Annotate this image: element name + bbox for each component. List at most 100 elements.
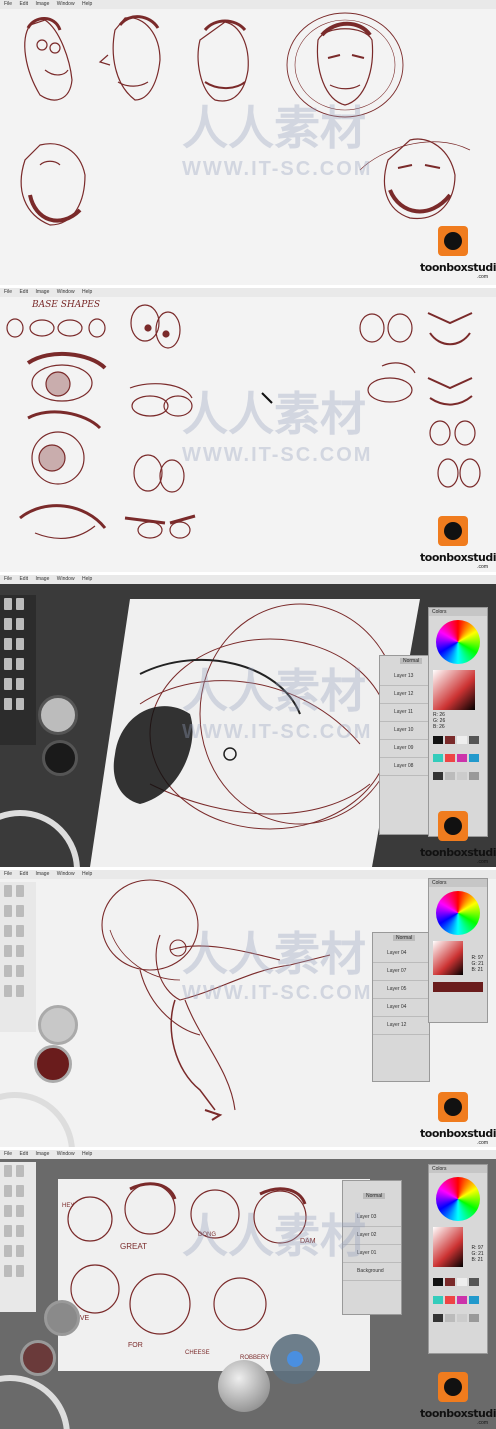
brush-tool[interactable] (4, 1265, 12, 1277)
layer-row[interactable]: Layer 08 (380, 758, 428, 776)
layer-row[interactable]: Layer 07 (373, 963, 429, 981)
watermark-cn: 人人素材 (182, 928, 366, 980)
color-puck-light[interactable] (38, 695, 78, 735)
layer-row[interactable]: Layer 05 (373, 981, 429, 999)
logo-suffix: .com (477, 274, 488, 280)
frame-2-eye-shapes: File Edit Image Window Help BASE SHAPES (0, 288, 496, 575)
brush-tool[interactable] (4, 945, 12, 957)
brush-tool[interactable] (16, 638, 24, 650)
brush-tool[interactable] (4, 1225, 12, 1237)
brush-tool[interactable] (16, 598, 24, 610)
color-wheel[interactable] (436, 1177, 480, 1221)
menu-help[interactable]: Help (82, 1151, 92, 1157)
brush-tool[interactable] (16, 885, 24, 897)
swatch-grid[interactable] (432, 732, 484, 786)
brush-tool[interactable] (4, 598, 12, 610)
menu-image[interactable]: Image (35, 1151, 49, 1157)
menu-window[interactable]: Window (57, 1151, 75, 1157)
brush-tool[interactable] (4, 1165, 12, 1177)
brush-tool[interactable] (4, 698, 12, 710)
brush-tool[interactable] (4, 1245, 12, 1257)
brush-tool[interactable] (4, 1185, 12, 1197)
brush-tool[interactable] (16, 658, 24, 670)
layer-row[interactable]: Layer 13 (380, 668, 428, 686)
blend-mode[interactable]: Normal (393, 935, 416, 941)
brush-tool[interactable] (16, 698, 24, 710)
brush-tool[interactable] (16, 945, 24, 957)
brush-tool[interactable] (16, 985, 24, 997)
menu-edit[interactable]: Edit (19, 1151, 28, 1157)
blend-mode[interactable]: Normal (363, 1193, 386, 1199)
brush-tool[interactable] (16, 1225, 24, 1237)
menu-file[interactable]: File (4, 1151, 12, 1157)
watermark-cn: 人人素材 (182, 102, 366, 154)
brush-tool[interactable] (16, 965, 24, 977)
layer-row[interactable]: Layer 12 (373, 1017, 429, 1035)
brush-tool[interactable] (16, 1245, 24, 1257)
brush-tool[interactable] (4, 965, 12, 977)
color-puck-dark[interactable] (34, 1045, 72, 1083)
menu-image[interactable]: Image (35, 576, 49, 582)
blend-mode[interactable]: Normal (400, 658, 423, 664)
brush-tool[interactable] (4, 1205, 12, 1217)
rgb-readout: R: 97 G: 21 B: 21 (471, 955, 484, 973)
logo-box (438, 1372, 468, 1402)
layer-row[interactable]: Layer 12 (380, 686, 428, 704)
center-logo-icon (218, 1360, 270, 1412)
brush-tool[interactable] (4, 925, 12, 937)
brush-tool[interactable] (4, 658, 12, 670)
layer-row[interactable]: Layer 09 (380, 740, 428, 758)
logo-text: toonboxstudio (420, 846, 496, 859)
logo-suffix: .com (477, 859, 488, 865)
logo-text: toonboxstudio (420, 551, 496, 564)
color-puck-dark[interactable] (42, 740, 78, 776)
layer-row[interactable]: Layer 10 (380, 722, 428, 740)
color-puck-light[interactable] (44, 1300, 80, 1336)
logo-face-icon (444, 817, 462, 835)
toonbox-logo: toonboxstudio .com (420, 1372, 496, 1426)
brush-tool[interactable] (4, 678, 12, 690)
menu-edit[interactable]: Edit (19, 576, 28, 582)
brush-palette (0, 882, 36, 1032)
frame-5-character-sheet: File Edit Image Window Help HEY GREAT DO… (0, 1150, 496, 1429)
brush-tool[interactable] (4, 638, 12, 650)
layer-row[interactable]: Layer 04 (373, 945, 429, 963)
brush-tool[interactable] (16, 618, 24, 630)
rgb-readout: R: 97 G: 21 B: 21 (471, 1245, 484, 1263)
logo-text: toonboxstudio (420, 261, 496, 274)
brush-tool[interactable] (4, 618, 12, 630)
logo-text: toonboxstudio (420, 1407, 496, 1420)
logo-face-icon (444, 232, 462, 250)
brush-tool[interactable] (16, 1205, 24, 1217)
brush-tool[interactable] (4, 985, 12, 997)
menu-window[interactable]: Window (57, 576, 75, 582)
brush-tool[interactable] (4, 885, 12, 897)
brush-tool[interactable] (4, 905, 12, 917)
color-wheel[interactable] (436, 620, 480, 664)
color-puck-dark[interactable] (20, 1340, 56, 1376)
menu-bar: File Edit Image Window Help (0, 1150, 496, 1159)
brush-tool[interactable] (16, 1165, 24, 1177)
layers-panel: Normal Layer 13 Layer 12 Layer 11 Layer … (379, 655, 429, 835)
brush-tool[interactable] (16, 1265, 24, 1277)
brush-tool[interactable] (16, 678, 24, 690)
watermark-url: WWW.IT-SC.COM (182, 982, 373, 1004)
watermark-cn: 人人素材 (182, 665, 366, 717)
brush-tool[interactable] (16, 905, 24, 917)
color-puck-light[interactable] (38, 1005, 78, 1045)
brush-tool[interactable] (16, 925, 24, 937)
brush-tool[interactable] (16, 1185, 24, 1197)
sketch-label: GREAT (120, 1242, 147, 1251)
swatch-grid[interactable] (432, 1274, 484, 1328)
color-wheel[interactable] (436, 891, 480, 935)
value-square[interactable] (433, 941, 463, 975)
toonbox-logo: toonboxstudio .com (420, 1092, 496, 1146)
value-square[interactable] (433, 670, 475, 710)
layer-row[interactable]: Layer 11 (380, 704, 428, 722)
frame-4-figure-sketch: File Edit Image Window Help Normal Layer… (0, 870, 496, 1150)
menu-file[interactable]: File (4, 576, 12, 582)
menu-help[interactable]: Help (82, 576, 92, 582)
layer-row[interactable]: Layer 04 (373, 999, 429, 1017)
sketch-label: HEY (62, 1203, 75, 1209)
value-square[interactable] (433, 1227, 463, 1267)
